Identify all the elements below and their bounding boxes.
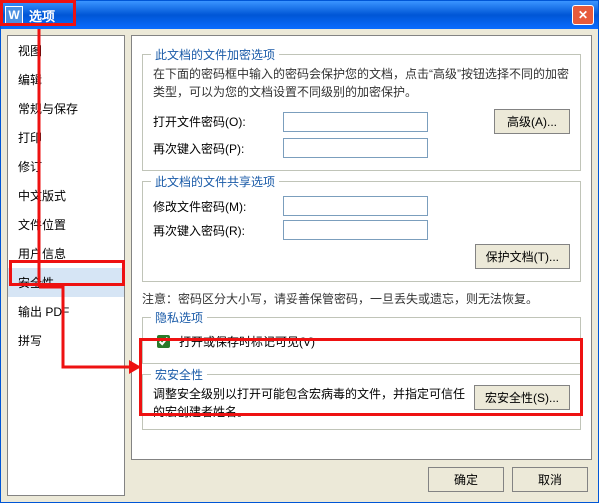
- app-icon: W: [5, 6, 23, 24]
- group-privacy: 隐私选项 打开或保存时标记可见(V): [142, 317, 581, 364]
- group-encrypt: 此文档的文件加密选项 在下面的密码框中输入的密码会保护您的文档，点击“高级”按钮…: [142, 54, 581, 171]
- reenter-modify-input[interactable]: [283, 220, 428, 240]
- open-password-input[interactable]: [283, 112, 428, 132]
- titlebar: W 选项 ✕: [1, 1, 598, 29]
- sidebar-item-edit[interactable]: 编辑: [8, 65, 124, 94]
- dialog-body: 视图 编辑 常规与保存 打印 修订 中文版式 文件位置 用户信息 安全性 输出 …: [1, 29, 598, 502]
- group-share: 此文档的文件共享选项 修改文件密码(M): 再次键入密码(R): 保护文档(T)…: [142, 181, 581, 282]
- sidebar-item-print[interactable]: 打印: [8, 123, 124, 152]
- reenter-modify-label: 再次键入密码(R):: [153, 222, 283, 239]
- reenter-password-label: 再次键入密码(P):: [153, 140, 283, 157]
- group-share-legend: 此文档的文件共享选项: [151, 173, 279, 190]
- macro-security-button[interactable]: 宏安全性(S)...: [474, 385, 570, 410]
- advanced-button[interactable]: 高级(A)...: [494, 109, 570, 134]
- password-note: 注意：密码区分大小写，请妥善保管密码，一旦丢失或遗忘，则无法恢复。: [142, 290, 581, 307]
- visible-marks-label: 打开或保存时标记可见(V): [179, 333, 315, 350]
- reenter-password-input[interactable]: [283, 138, 428, 158]
- options-dialog: W 选项 ✕ 视图 编辑 常规与保存 打印 修订 中文版式 文件位置 用户信息 …: [0, 0, 599, 503]
- group-encrypt-legend: 此文档的文件加密选项: [151, 46, 279, 63]
- sidebar-item-chinese-layout[interactable]: 中文版式: [8, 181, 124, 210]
- sidebar-item-output-pdf[interactable]: 输出 PDF: [8, 297, 124, 326]
- group-privacy-legend: 隐私选项: [151, 309, 207, 326]
- group-macro-legend: 宏安全性: [151, 366, 207, 383]
- window-title: 选项: [29, 6, 572, 25]
- content-panel: 此文档的文件加密选项 在下面的密码框中输入的密码会保护您的文档，点击“高级”按钮…: [131, 35, 592, 460]
- macro-desc: 调整安全级别以打开可能包含宏病毒的文件，并指定可信任的宏创建者姓名。: [153, 385, 466, 421]
- sidebar: 视图 编辑 常规与保存 打印 修订 中文版式 文件位置 用户信息 安全性 输出 …: [7, 35, 125, 496]
- sidebar-item-view[interactable]: 视图: [8, 36, 124, 65]
- sidebar-item-general-save[interactable]: 常规与保存: [8, 94, 124, 123]
- protect-doc-button[interactable]: 保护文档(T)...: [475, 244, 570, 269]
- encrypt-desc: 在下面的密码框中输入的密码会保护您的文档，点击“高级”按钮选择不同的加密类型，可…: [153, 65, 570, 101]
- ok-button[interactable]: 确定: [428, 467, 504, 492]
- visible-marks-checkbox[interactable]: [157, 335, 170, 348]
- sidebar-item-security[interactable]: 安全性: [8, 268, 124, 297]
- sidebar-item-file-location[interactable]: 文件位置: [8, 210, 124, 239]
- button-bar: 确定 取消: [428, 467, 588, 492]
- open-password-label: 打开文件密码(O):: [153, 113, 283, 130]
- main-panel: 此文档的文件加密选项 在下面的密码框中输入的密码会保护您的文档，点击“高级”按钮…: [131, 35, 592, 496]
- sidebar-item-user-info[interactable]: 用户信息: [8, 239, 124, 268]
- modify-password-label: 修改文件密码(M):: [153, 198, 283, 215]
- close-icon: ✕: [578, 8, 588, 22]
- group-macro: 宏安全性 调整安全级别以打开可能包含宏病毒的文件，并指定可信任的宏创建者姓名。 …: [142, 374, 581, 430]
- cancel-button[interactable]: 取消: [512, 467, 588, 492]
- sidebar-item-spelling[interactable]: 拼写: [8, 326, 124, 355]
- modify-password-input[interactable]: [283, 196, 428, 216]
- sidebar-item-revision[interactable]: 修订: [8, 152, 124, 181]
- close-button[interactable]: ✕: [572, 5, 594, 25]
